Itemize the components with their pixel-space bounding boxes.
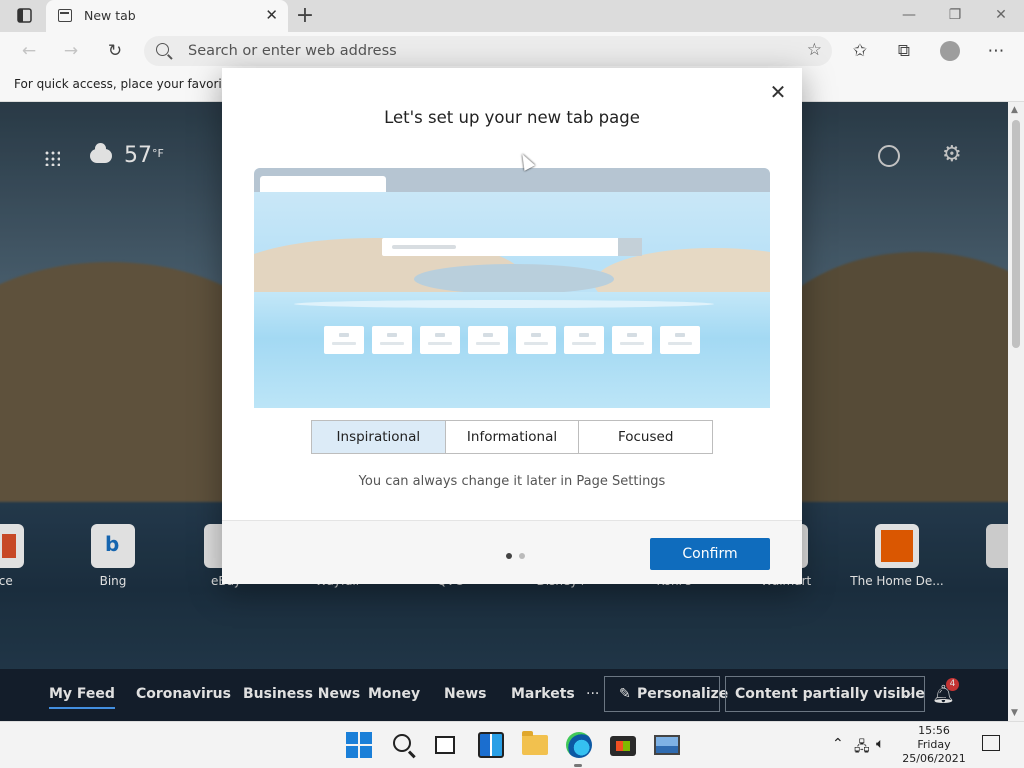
tab-close-icon[interactable]: ✕ <box>265 6 278 24</box>
preview-search-box <box>382 238 642 256</box>
option-inspirational[interactable]: Inspirational <box>312 421 446 453</box>
preview-tile <box>516 326 556 354</box>
option-focused[interactable]: Focused <box>579 421 712 453</box>
collections-icon[interactable]: ⧉ <box>892 40 916 62</box>
address-bar[interactable]: Search or enter web address ☆ <box>144 36 832 66</box>
favorites-icon[interactable]: ✩ <box>848 40 872 62</box>
preview-tile <box>372 326 412 354</box>
new-tab-plus-icon[interactable]: + <box>292 3 318 28</box>
settings-more-icon[interactable]: ⋯ <box>984 40 1008 62</box>
tray-overflow-chevron-icon[interactable]: ⌃ <box>832 736 844 752</box>
back-arrow-icon[interactable]: ← <box>16 39 42 63</box>
search-icon <box>156 43 169 56</box>
option-informational[interactable]: Informational <box>446 421 580 453</box>
windows-taskbar: ⌃ 🖧︎ 🔈︎ 15:56 Friday 25/06/2021 <box>0 721 1024 768</box>
notification-center-icon[interactable] <box>982 735 1000 751</box>
preview-tile <box>660 326 700 354</box>
preview-tile <box>564 326 604 354</box>
forward-arrow-icon[interactable]: → <box>58 39 84 63</box>
clock-time: 15:56 <box>918 724 950 737</box>
layout-option-selector: Inspirational Informational Focused <box>311 420 713 454</box>
favorites-bar-message: For quick access, place your favorites h <box>14 77 252 91</box>
network-icon[interactable]: 🖧︎ <box>854 736 870 760</box>
scroll-down-icon[interactable]: ▼ <box>1011 708 1018 718</box>
preview-search-button <box>618 238 642 256</box>
browser-tab-new-tab[interactable]: New tab ✕ <box>46 0 288 32</box>
window-close-icon[interactable]: ✕ <box>978 4 1024 28</box>
preview-tab <box>260 176 386 192</box>
start-button-windows-icon[interactable] <box>346 732 372 758</box>
profile-avatar[interactable] <box>940 41 960 61</box>
confirm-button[interactable]: Confirm <box>650 538 770 570</box>
dialog-close-icon[interactable]: ✕ <box>766 80 790 104</box>
preview-tile <box>612 326 652 354</box>
dialog-footer: Confirm <box>222 520 802 584</box>
add-favorite-icon[interactable]: ☆ <box>807 40 822 60</box>
minimize-icon[interactable]: — <box>886 4 932 28</box>
title-bar: New tab ✕ + — ❐ ✕ <box>0 0 1024 32</box>
photos-app-icon[interactable] <box>654 735 680 755</box>
file-explorer-icon[interactable] <box>522 731 548 755</box>
edge-running-indicator <box>574 764 582 767</box>
restore-icon[interactable]: ❐ <box>932 4 978 28</box>
scroll-up-icon[interactable]: ▲ <box>1011 105 1018 115</box>
page-dot[interactable] <box>519 553 525 559</box>
scrollbar-thumb[interactable] <box>1012 120 1020 348</box>
setup-new-tab-dialog: ✕ Let's set up your new tab page Inspira… <box>222 68 802 584</box>
widgets-icon[interactable] <box>478 732 504 758</box>
new-tab-favicon-icon <box>58 9 72 22</box>
tab-actions-icon[interactable] <box>10 7 36 25</box>
preview-tile <box>324 326 364 354</box>
volume-icon[interactable]: 🔈︎ <box>876 736 884 752</box>
layout-preview-image <box>254 168 770 408</box>
task-view-icon[interactable] <box>435 736 455 754</box>
system-clock[interactable]: 15:56 Friday 25/06/2021 <box>898 724 970 766</box>
refresh-icon[interactable]: ↻ <box>102 39 128 63</box>
microsoft-store-icon[interactable] <box>610 736 636 756</box>
clock-date: 25/06/2021 <box>902 752 966 765</box>
preview-distant-hills <box>414 264 614 294</box>
address-placeholder: Search or enter web address <box>188 43 397 59</box>
preview-tile <box>420 326 460 354</box>
clock-day: Friday <box>917 738 951 751</box>
taskbar-search-icon[interactable] <box>393 734 411 752</box>
settings-hint: You can always change it later in Page S… <box>358 474 666 489</box>
preview-water-streak <box>294 300 714 308</box>
edge-browser-icon[interactable] <box>566 732 592 758</box>
browser-toolbar: ← → ↻ Search or enter web address ☆ ✩ ⧉ … <box>0 32 1024 70</box>
page-scrollbar[interactable]: ▲ ▼ <box>1008 102 1024 721</box>
dialog-title: Let's set up your new tab page <box>384 108 640 127</box>
preview-tile <box>468 326 508 354</box>
tab-title: New tab <box>84 8 136 23</box>
page-dot-active[interactable] <box>506 553 512 559</box>
